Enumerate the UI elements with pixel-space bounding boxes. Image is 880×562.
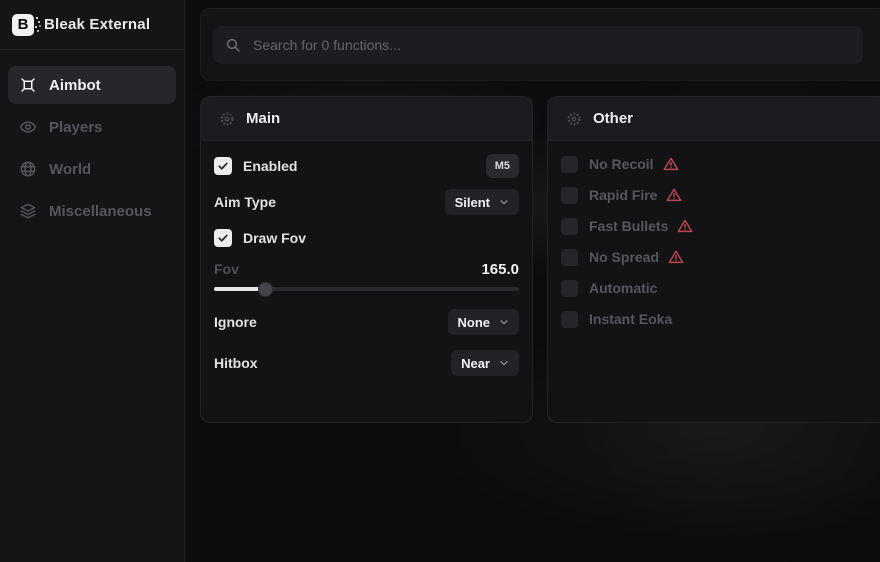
fast-bullets-checkbox[interactable] (561, 218, 578, 235)
gear-icon (566, 111, 582, 127)
draw-fov-checkbox[interactable] (214, 229, 232, 247)
no-recoil-label: No Recoil (589, 156, 654, 172)
panel-other-header: Other (548, 97, 880, 141)
rapid-fire-label: Rapid Fire (589, 187, 657, 203)
sidebar-item-players[interactable]: Players (8, 108, 176, 146)
panel-main: Main Enabled M5 Aim Type (200, 96, 533, 423)
search-toolbar: Search for 0 functions... (200, 8, 880, 81)
hitbox-value: Near (461, 356, 490, 371)
app-logo-icon: B (12, 14, 34, 36)
fov-row: Fov 165.0 (214, 259, 519, 279)
automatic-row: Automatic (561, 277, 874, 299)
panel-main-body: Enabled M5 Aim Type Silent (201, 141, 532, 376)
layers-icon (19, 202, 37, 220)
automatic-label: Automatic (589, 280, 657, 296)
gear-icon (219, 111, 235, 127)
automatic-checkbox[interactable] (561, 280, 578, 297)
hitbox-dropdown[interactable]: Near (451, 350, 519, 376)
sidebar: B Bleak External Aimbot (0, 0, 185, 562)
chevron-down-icon (499, 317, 509, 327)
fov-label: Fov (214, 261, 239, 277)
ignore-value: None (458, 315, 491, 330)
eye-icon (19, 118, 37, 136)
sidebar-item-label: Aimbot (49, 77, 101, 94)
draw-fov-row: Draw Fov (214, 225, 519, 251)
warning-icon (666, 187, 682, 203)
aim-type-row: Aim Type Silent (214, 189, 519, 215)
ignore-row: Ignore None (214, 309, 519, 335)
instant-eoka-label: Instant Eoka (589, 311, 672, 327)
fast-bullets-label: Fast Bullets (589, 218, 668, 234)
fov-slider[interactable] (214, 281, 519, 297)
sidebar-item-miscellaneous[interactable]: Miscellaneous (8, 192, 176, 230)
ignore-dropdown[interactable]: None (448, 309, 520, 335)
chevron-down-icon (499, 358, 509, 368)
sidebar-item-aimbot[interactable]: Aimbot (8, 66, 176, 104)
sidebar-header: B Bleak External (0, 0, 184, 50)
rapid-fire-row: Rapid Fire (561, 184, 874, 206)
search-icon (225, 37, 241, 53)
warning-icon (677, 218, 693, 234)
check-icon (217, 232, 229, 244)
hitbox-label: Hitbox (214, 355, 258, 371)
globe-icon (19, 160, 37, 178)
aim-type-dropdown[interactable]: Silent (445, 189, 519, 215)
panel-other: Other No Recoil Rapid Fire (547, 96, 880, 423)
app-window: B Bleak External Aimbot (0, 0, 880, 562)
hitbox-row: Hitbox Near (214, 350, 519, 376)
sidebar-item-label: Players (49, 119, 102, 136)
warning-icon (663, 156, 679, 172)
panel-other-body: No Recoil Rapid Fire (548, 141, 880, 330)
sidebar-nav: Aimbot Players (0, 50, 184, 230)
no-spread-label: No Spread (589, 249, 659, 265)
no-recoil-row: No Recoil (561, 153, 874, 175)
check-icon (217, 160, 229, 172)
aim-type-value: Silent (455, 195, 490, 210)
panel-title: Other (593, 110, 633, 127)
chevron-down-icon (499, 197, 509, 207)
keybind-button[interactable]: M5 (486, 154, 519, 178)
crosshair-icon (19, 76, 37, 94)
app-title: Bleak External (44, 16, 150, 33)
instant-eoka-row: Instant Eoka (561, 308, 874, 330)
enabled-checkbox[interactable] (214, 157, 232, 175)
search-input[interactable]: Search for 0 functions... (213, 26, 863, 64)
fast-bullets-row: Fast Bullets (561, 215, 874, 237)
enabled-row: Enabled M5 (214, 153, 519, 179)
search-placeholder: Search for 0 functions... (253, 37, 401, 53)
rapid-fire-checkbox[interactable] (561, 187, 578, 204)
enabled-label: Enabled (243, 158, 297, 174)
content-area: Search for 0 functions... Main (186, 0, 880, 562)
draw-fov-label: Draw Fov (243, 230, 306, 246)
sidebar-item-label: World (49, 161, 91, 178)
aim-type-label: Aim Type (214, 194, 276, 210)
sidebar-item-world[interactable]: World (8, 150, 176, 188)
no-spread-row: No Spread (561, 246, 874, 268)
warning-icon (668, 249, 684, 265)
no-recoil-checkbox[interactable] (561, 156, 578, 173)
ignore-label: Ignore (214, 314, 257, 330)
panel-title: Main (246, 110, 280, 127)
fov-slider-thumb[interactable] (258, 282, 273, 297)
fov-value: 165.0 (481, 261, 519, 278)
no-spread-checkbox[interactable] (561, 249, 578, 266)
instant-eoka-checkbox[interactable] (561, 311, 578, 328)
sidebar-item-label: Miscellaneous (49, 203, 152, 220)
panel-main-header: Main (201, 97, 532, 141)
